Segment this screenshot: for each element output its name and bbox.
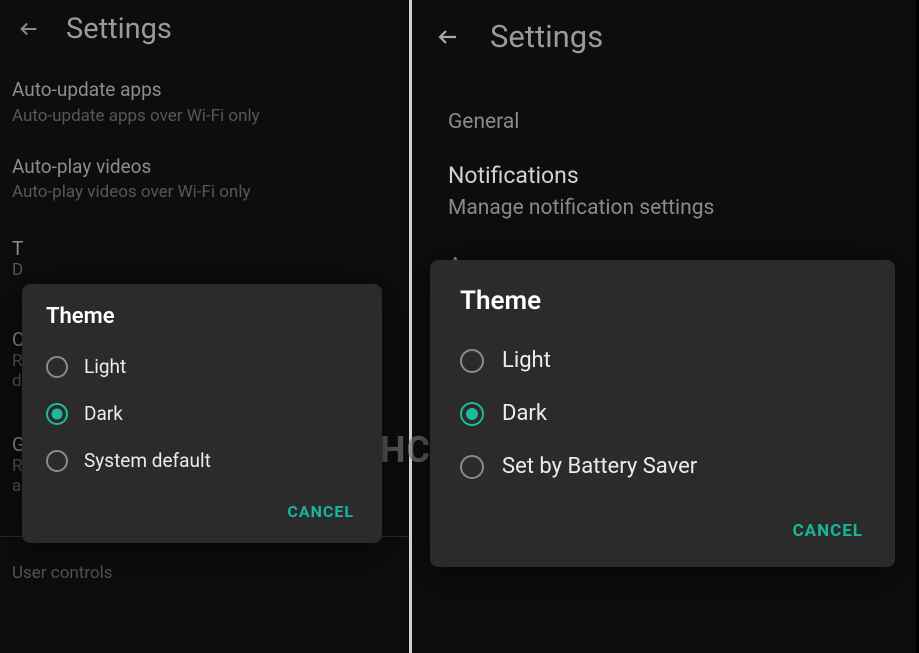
dialog-title: Theme [430,280,895,334]
radio-option-dark[interactable]: Dark [430,387,895,440]
right-pane: Settings General Notifications Manage no… [412,0,916,653]
back-arrow-icon[interactable] [18,18,40,40]
dialog-actions: CANCEL [430,493,895,557]
section-user-controls: User controls [0,551,409,583]
setting-subtitle: Auto-play videos over Wi-Fi only [12,181,397,204]
cancel-button[interactable]: CANCEL [785,515,871,547]
left-pane: Settings Auto-update apps Auto-update ap… [0,0,412,653]
setting-auto-play[interactable]: Auto-play videos Auto-play videos over W… [0,141,409,218]
radio-option-light[interactable]: Light [22,343,382,390]
radio-label: System default [84,449,211,472]
header: Settings [412,0,916,73]
setting-title: Auto-play videos [12,154,397,180]
dialog-title: Theme [22,304,382,343]
radio-label: Set by Battery Saver [502,454,697,479]
theme-dialog: Theme Light Dark Set by Battery Saver CA… [430,260,895,567]
cancel-button[interactable]: CANCEL [279,496,362,527]
radio-icon [46,356,68,378]
radio-option-light[interactable]: Light [430,334,895,387]
theme-dialog: Theme Light Dark System default CANCEL [22,284,382,543]
radio-icon [46,403,68,425]
back-arrow-icon[interactable] [436,25,460,49]
radio-option-dark[interactable]: Dark [22,390,382,437]
setting-subtitle: Manage notification settings [448,194,880,222]
header: Settings [0,0,409,64]
setting-auto-update[interactable]: Auto-update apps Auto-update apps over W… [0,64,409,141]
radio-option-battery-saver[interactable]: Set by Battery Saver [430,440,895,493]
setting-title: Auto-update apps [12,77,397,103]
setting-subtitle: Auto-update apps over Wi-Fi only [12,105,397,128]
page-title: Settings [66,12,172,46]
radio-label: Dark [502,401,547,426]
setting-notifications[interactable]: Notifications Manage notification settin… [412,142,916,240]
radio-icon [46,450,68,472]
radio-label: Light [502,348,551,373]
radio-option-system-default[interactable]: System default [22,437,382,484]
radio-icon [460,455,484,479]
radio-label: Dark [84,402,123,425]
radio-label: Light [84,355,126,378]
section-general: General [412,95,916,142]
setting-title: Notifications [448,160,880,191]
page-title: Settings [490,18,603,55]
radio-icon [460,402,484,426]
dialog-actions: CANCEL [22,484,382,533]
radio-icon [460,349,484,373]
